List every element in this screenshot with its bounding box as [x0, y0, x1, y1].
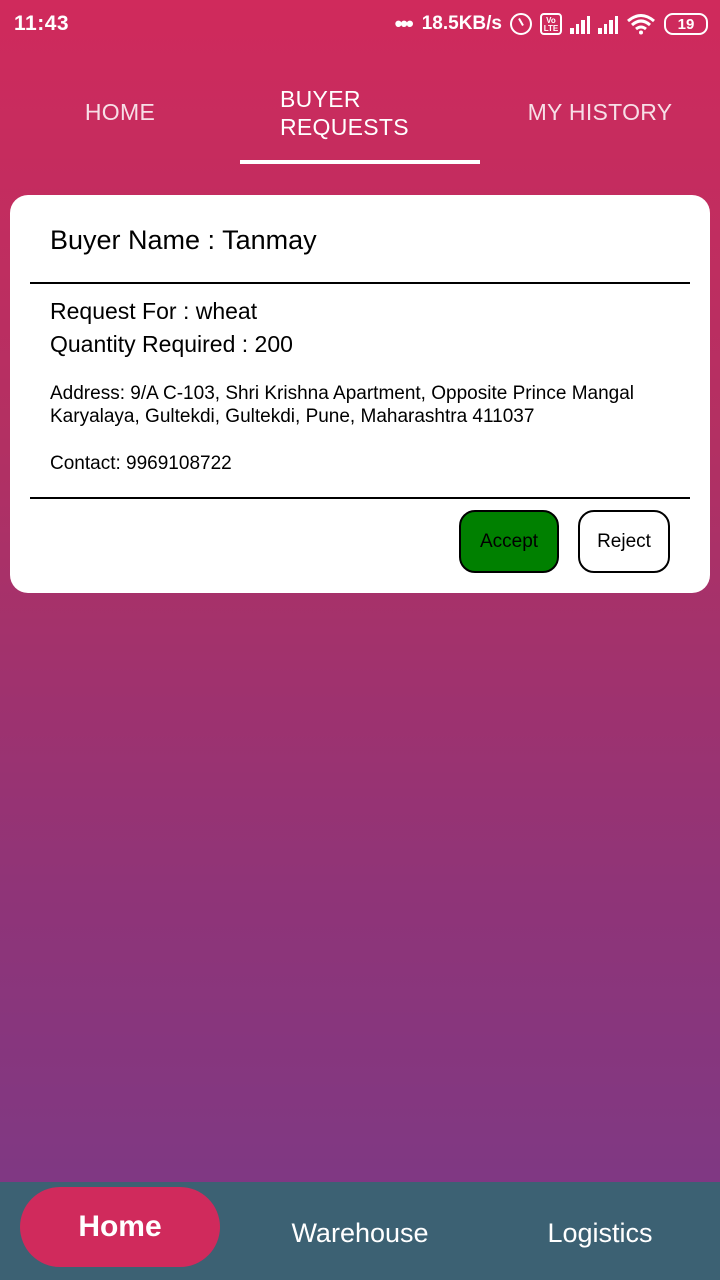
- network-speed: 18.5KB/s: [421, 13, 502, 34]
- tab-buyer-requests[interactable]: BUYER REQUESTS: [240, 60, 480, 165]
- nav-home-button[interactable]: Home: [20, 1187, 220, 1267]
- tab-home-label: HOME: [84, 99, 156, 125]
- buyer-name: Buyer Name : Tanmay: [50, 225, 317, 255]
- tab-home[interactable]: HOME: [0, 60, 240, 165]
- tab-my-history-label: MY HISTORY: [527, 99, 673, 125]
- request-for: Request For : wheat: [50, 298, 258, 324]
- status-icons: ••• 18.5KB/s Vo LTE 19: [395, 11, 708, 37]
- top-tabs: HOME BUYER REQUESTS MY HISTORY: [0, 60, 720, 170]
- quantity-required: Quantity Required : 200: [50, 331, 293, 357]
- battery-icon: 19: [664, 13, 708, 35]
- contact: Contact: 9969108722: [50, 453, 232, 474]
- wifi-icon: [627, 14, 655, 35]
- active-tab-indicator: [240, 160, 480, 164]
- more-dots-icon: •••: [394, 11, 414, 36]
- status-bar: 11:43 ••• 18.5KB/s Vo LTE 19: [0, 0, 720, 48]
- signal-4g-icon: [570, 14, 590, 34]
- status-time: 11:43: [14, 12, 70, 35]
- nav-logistics-button[interactable]: Logistics: [500, 1184, 700, 1280]
- accept-button[interactable]: Accept: [459, 510, 559, 573]
- buyer-request-card: Buyer Name : Tanmay Request For : wheat …: [10, 195, 710, 593]
- alarm-icon: [510, 13, 532, 35]
- divider: [30, 497, 690, 499]
- bottom-navigation: Home Warehouse Logistics: [0, 1182, 720, 1280]
- address: Address: 9/A C-103, Shri Krishna Apartme…: [50, 383, 635, 427]
- reject-button[interactable]: Reject: [578, 510, 670, 573]
- volte-icon: Vo LTE: [540, 13, 562, 35]
- divider: [30, 282, 690, 284]
- signal-icon: [598, 14, 618, 34]
- tab-buyer-requests-label: BUYER REQUESTS: [280, 85, 409, 140]
- tab-my-history[interactable]: MY HISTORY: [480, 60, 720, 165]
- nav-warehouse-button[interactable]: Warehouse: [260, 1184, 460, 1280]
